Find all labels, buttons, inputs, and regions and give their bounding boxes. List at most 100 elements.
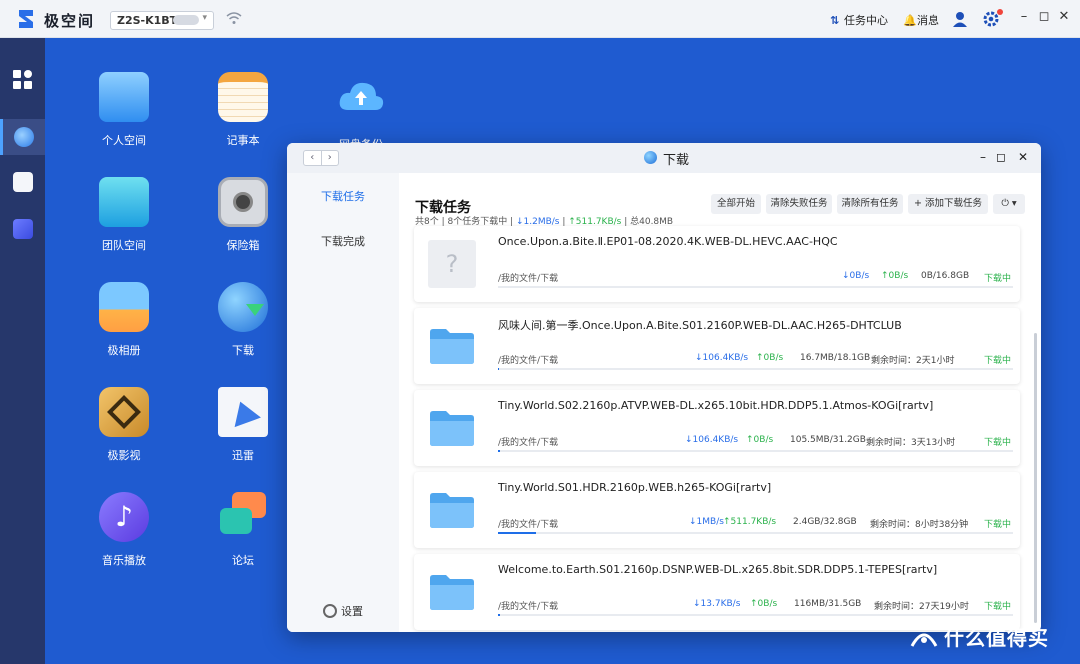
gear-icon — [323, 604, 337, 618]
apps-icon — [12, 70, 32, 89]
device-id-redaction — [173, 15, 199, 25]
desktop-app-photos[interactable]: 极相册 — [84, 282, 164, 358]
desktop-app-safe[interactable]: 保险箱 — [203, 177, 283, 253]
task-up-speed: ↑0B/s — [746, 435, 774, 445]
watermark-logo-icon — [910, 633, 938, 647]
dock-browser[interactable] — [0, 119, 45, 155]
task-path[interactable]: /我的文件/下载 — [498, 517, 558, 530]
dock-stats[interactable] — [0, 211, 45, 247]
task-up-speed: ↑0B/s — [750, 599, 778, 609]
task-row[interactable]: Tiny.World.S01.HDR.2160p.WEB.h265-KOGi[r… — [414, 472, 1020, 548]
task-center-button[interactable]: ⇅ 任务中心 — [830, 12, 888, 28]
unknown-file-icon: ? — [428, 240, 476, 288]
desktop-app-video[interactable]: 极影视 — [84, 387, 164, 463]
settings-label: 设置 — [341, 605, 363, 618]
task-center-icon: ⇅ — [830, 14, 840, 27]
minimize-icon[interactable]: – — [1017, 9, 1031, 24]
folder-icon — [430, 329, 474, 364]
folder-icon — [430, 575, 474, 610]
desktop-app-music[interactable]: ♪ 音乐播放 — [84, 492, 164, 568]
desktop-app-notepad[interactable]: 记事本 — [203, 72, 283, 148]
window-maximize-icon[interactable]: ◻ — [994, 150, 1008, 164]
clear-all-button[interactable]: 清除所有任务 — [837, 194, 903, 214]
back-icon[interactable]: ‹ — [304, 151, 322, 165]
app-label: 下载 — [232, 344, 254, 357]
app-title: 极空间 — [44, 12, 96, 30]
app-label: 音乐播放 — [102, 554, 146, 567]
photos-icon — [99, 282, 149, 332]
task-remaining-time: 剩余时间：3天13小时 — [866, 438, 956, 448]
task-path[interactable]: /我的文件/下载 — [498, 271, 558, 284]
dock-apps[interactable] — [0, 62, 45, 98]
desktop-app-forum[interactable]: 论坛 — [203, 492, 283, 568]
download-window: ‹ › 下载 – ◻ ✕ 下载任务 下载完成 设置 下载任务 共8个 | 8个任… — [287, 143, 1041, 632]
more-dropdown-button[interactable]: ⏻ ▾ — [993, 194, 1025, 214]
task-down-speed: ↓13.7KB/s — [693, 599, 741, 609]
task-name: Tiny.World.S02.2160p.ATVP.WEB-DL.x265.10… — [498, 399, 934, 412]
task-path[interactable]: /我的文件/下载 — [498, 353, 558, 366]
task-down-speed: ↓0B/s — [842, 271, 870, 281]
task-size: 0B/16.8GB — [921, 271, 970, 281]
zspace-logo-icon — [19, 10, 33, 28]
sidebar-item-completed[interactable]: 下载完成 — [287, 233, 399, 249]
task-status: 下载中 — [983, 602, 1011, 612]
dock-xunlei[interactable] — [0, 164, 45, 200]
clear-failed-button[interactable]: 清除失败任务 — [766, 194, 832, 214]
notepad-icon — [218, 72, 268, 122]
task-progress-fill — [498, 368, 499, 370]
chart-icon — [12, 219, 33, 239]
window-close-icon[interactable]: ✕ — [1016, 150, 1030, 164]
messages-button[interactable]: 🔔消息 — [903, 12, 939, 28]
task-progress-fill — [498, 450, 500, 452]
wifi-icon — [226, 12, 242, 24]
messages-label: 消息 — [917, 14, 939, 27]
scrollbar[interactable] — [1034, 333, 1037, 623]
folder-icon — [430, 411, 474, 446]
task-center-label: 任务中心 — [844, 14, 888, 27]
maximize-icon[interactable]: ◻ — [1037, 9, 1051, 24]
task-row[interactable]: Welcome.to.Earth.S01.2160p.DSNP.WEB-DL.x… — [414, 554, 1020, 630]
forward-icon[interactable]: › — [322, 151, 339, 165]
desktop-app-cloud-backup[interactable]: 网盘备份 — [321, 72, 401, 152]
close-icon[interactable]: ✕ — [1057, 9, 1071, 24]
task-progress-fill — [498, 614, 501, 616]
xunlei-icon — [12, 172, 33, 192]
task-path[interactable]: /我的文件/下载 — [498, 435, 558, 448]
task-remaining-time: 剩余时间：27天19小时 — [874, 602, 969, 612]
desktop-app-personal-space[interactable]: 个人空间 — [84, 72, 164, 148]
task-path[interactable]: /我的文件/下载 — [498, 599, 558, 612]
add-task-button[interactable]: + 添加下载任务 — [908, 194, 988, 214]
settings-button[interactable]: 设置 — [323, 603, 363, 619]
app-label: 保险箱 — [226, 239, 260, 252]
sidebar-item-downloading[interactable]: 下载任务 — [287, 188, 399, 204]
start-all-button[interactable]: 全部开始 — [711, 194, 761, 214]
task-status: 下载中 — [983, 438, 1011, 448]
task-status: 下载中 — [983, 274, 1011, 284]
top-bar: 极空间 Z2S-K1BT- ▾ ⇅ 任务中心 🔔消息 – ◻ ✕ — [0, 0, 1080, 38]
forum-icon — [218, 492, 268, 542]
desktop-app-download[interactable]: 下载 — [203, 282, 283, 358]
task-progress-bar — [498, 450, 1013, 452]
desktop-app-team-space[interactable]: 团队空间 — [84, 177, 164, 253]
window-minimize-icon[interactable]: – — [976, 150, 990, 164]
app-label: 个人空间 — [102, 134, 146, 147]
device-selector[interactable]: Z2S-K1BT- ▾ — [110, 11, 214, 30]
task-row[interactable]: ? Once.Upon.a.Bite.Ⅱ.EP01-08.2020.4K.WEB-… — [414, 226, 1020, 302]
task-row[interactable]: Tiny.World.S02.2160p.ATVP.WEB-DL.x265.10… — [414, 390, 1020, 466]
app-label: 迅雷 — [232, 449, 254, 462]
watermark: 什么值得买 — [910, 622, 1049, 651]
left-dock — [0, 38, 45, 664]
window-sidebar: 下载任务 下载完成 设置 — [287, 173, 399, 632]
folder-icon — [430, 493, 474, 528]
task-progress-bar — [498, 368, 1013, 370]
task-down-speed: ↓1MB/s — [689, 517, 724, 527]
task-down-speed: ↓106.4KB/s — [695, 353, 749, 363]
watermark-text: 什么值得买 — [944, 626, 1049, 650]
download-icon — [218, 282, 268, 332]
desktop-app-xunlei[interactable]: 迅雷 — [203, 387, 283, 463]
task-row[interactable]: 风味人间.第一季.Once.Upon.A.Bite.S01.2160P.WEB-… — [414, 308, 1020, 384]
user-icon[interactable] — [952, 11, 968, 27]
folder-icon — [99, 72, 149, 122]
task-progress-bar — [498, 532, 1013, 534]
chevron-down-icon: ▾ — [202, 13, 207, 23]
